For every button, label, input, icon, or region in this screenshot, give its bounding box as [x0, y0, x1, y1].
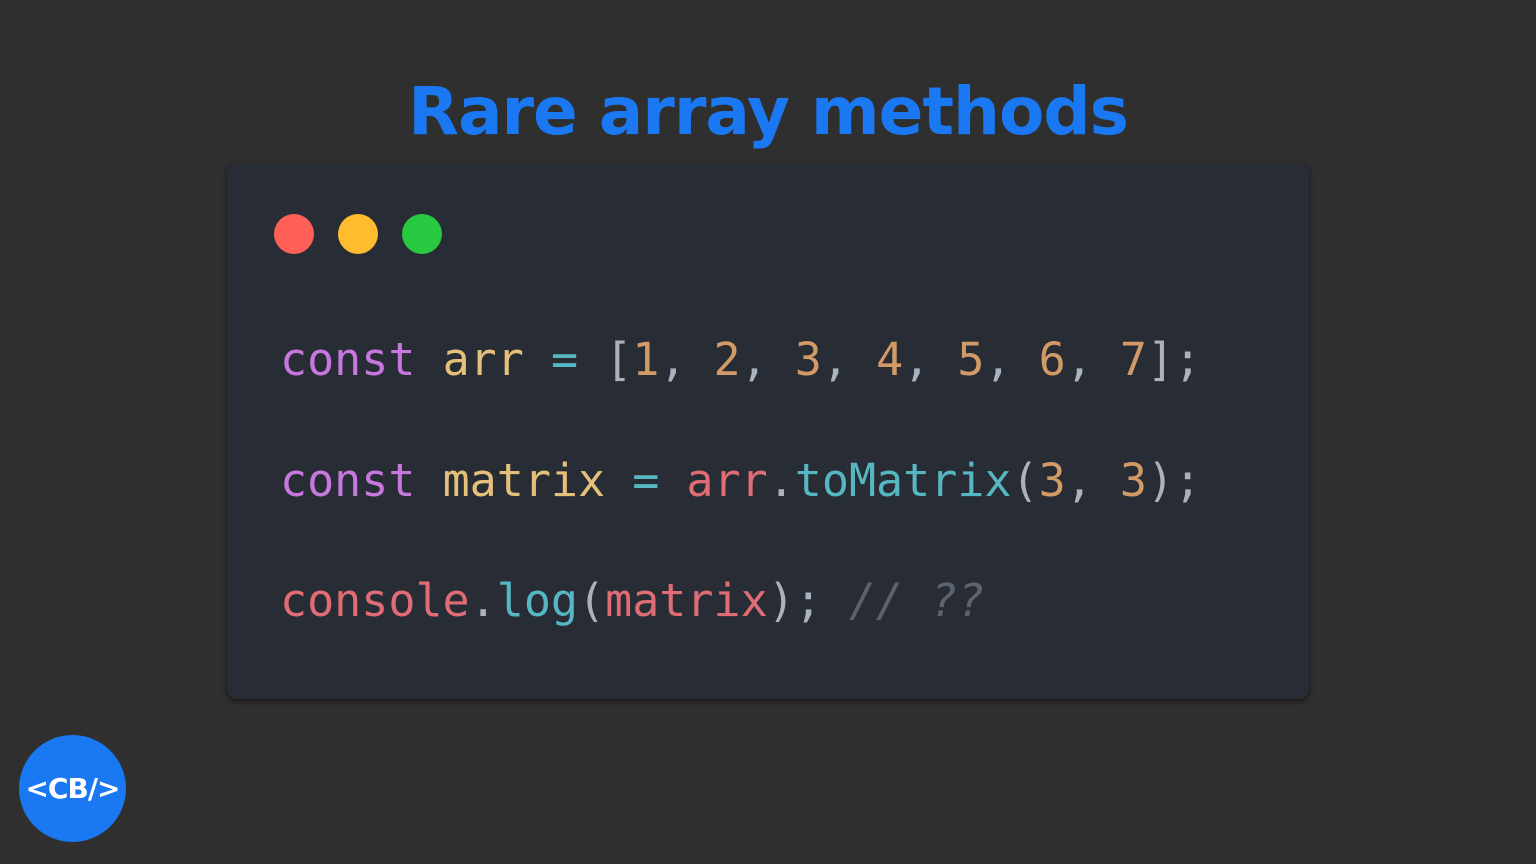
- code-token-number: 1: [632, 333, 660, 386]
- code-token-variable: matrix: [442, 454, 606, 507]
- minimize-dot-icon: [338, 214, 378, 254]
- code-token-number: 2: [713, 333, 741, 386]
- code-token-punct: (: [578, 574, 606, 627]
- code-token-comment: // ??: [848, 574, 985, 627]
- maximize-dot-icon: [402, 214, 442, 254]
- code-token-method: toMatrix: [794, 454, 1012, 507]
- code-line-2: const matrix = arr.toMatrix(3, 3);: [280, 451, 1201, 511]
- code-token-number: 5: [957, 333, 985, 386]
- code-token-object: arr: [686, 454, 768, 507]
- code-token-object: matrix: [605, 574, 768, 627]
- code-token-punct: );: [767, 574, 822, 627]
- code-token-number: 4: [876, 333, 904, 386]
- code-token-number: 3: [794, 333, 822, 386]
- code-line-1: const arr = [1, 2, 3, 4, 5, 6, 7];: [280, 330, 1201, 390]
- code-token-operator: =: [550, 333, 579, 386]
- code-token-punct: (: [1011, 454, 1039, 507]
- code-token-number: 3: [1038, 454, 1066, 507]
- code-token-punct: ,: [821, 333, 877, 386]
- code-token-punct: [: [605, 333, 633, 386]
- page-title: Rare array methods: [408, 73, 1129, 150]
- code-token-punct: ,: [659, 333, 714, 386]
- code-token-punct: ,: [984, 333, 1039, 386]
- code-token-number: 7: [1119, 333, 1147, 386]
- close-dot-icon: [274, 214, 314, 254]
- code-token-punct: ,: [1065, 454, 1120, 507]
- logo-text: <CB/>: [25, 772, 120, 805]
- code-token-operator: =: [632, 454, 660, 507]
- code-line-3: console.log(matrix); // ??: [280, 571, 984, 631]
- code-token-keyword: const: [280, 333, 416, 386]
- code-token-keyword: const: [280, 454, 416, 507]
- code-token-variable: arr: [442, 333, 524, 386]
- code-token-method: log: [496, 574, 579, 627]
- code-token-number: 6: [1038, 333, 1066, 386]
- code-token-punct: );: [1147, 454, 1202, 507]
- code-token-punct: .: [469, 574, 497, 627]
- code-token-object: console: [280, 574, 470, 627]
- code-token-number: 3: [1119, 454, 1147, 507]
- code-token-punct: ,: [903, 333, 958, 386]
- code-token-punct: ,: [1065, 333, 1120, 386]
- code-token-punct: .: [767, 454, 795, 507]
- logo-badge: <CB/>: [19, 735, 126, 842]
- code-token-punct: ,: [740, 333, 795, 386]
- code-token-punct: ];: [1147, 333, 1202, 386]
